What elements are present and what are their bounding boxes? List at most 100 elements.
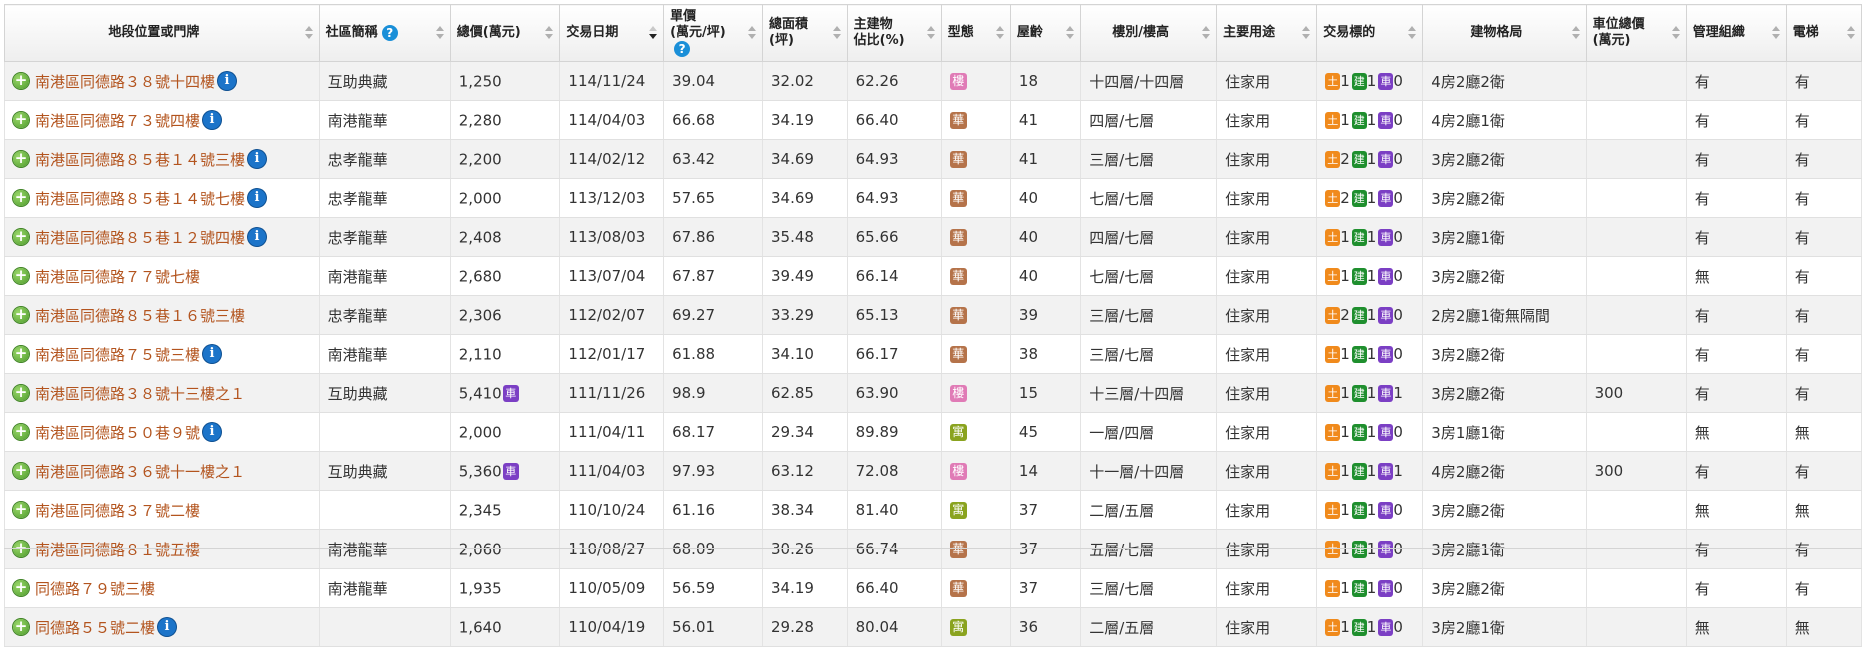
expand-plus-icon[interactable]: + bbox=[13, 73, 29, 89]
address-link[interactable]: 南港區同德路３７號二樓 bbox=[35, 502, 200, 520]
sort-icon[interactable] bbox=[545, 26, 554, 40]
column-header-12[interactable]: 建物格局 bbox=[1422, 4, 1587, 62]
column-header-1[interactable]: 社區簡稱? bbox=[318, 4, 451, 62]
elevator: 有 bbox=[1785, 295, 1863, 335]
expand-plus-icon[interactable]: + bbox=[13, 346, 29, 362]
info-icon[interactable]: i bbox=[203, 423, 222, 441]
address-link[interactable]: 南港區同德路７７號七樓 bbox=[35, 268, 200, 286]
table-row: + 南港區同德路８５巷１２號四樓 i 忠孝龍華 2,408 113/08/03 67.86 3… bbox=[4, 217, 1863, 257]
address-link[interactable]: 南港區同德路３６號十一樓之１ bbox=[35, 463, 245, 481]
column-header-3[interactable]: 交易日期 bbox=[559, 4, 665, 62]
info-icon[interactable]: i bbox=[248, 189, 267, 207]
address-link[interactable]: 南港區同德路８５巷１４號七樓 bbox=[35, 190, 245, 208]
address-link[interactable]: 南港區同德路７３號四樓 bbox=[35, 112, 200, 130]
expand-plus-icon[interactable]: + bbox=[13, 541, 29, 557]
info-icon[interactable]: i bbox=[203, 111, 222, 129]
column-header-0[interactable]: 地段位置或門牌 bbox=[4, 4, 320, 62]
info-icon[interactable]: i bbox=[248, 228, 267, 246]
column-header-11[interactable]: 交易標的 bbox=[1316, 4, 1424, 62]
target-count: 0 bbox=[1393, 618, 1403, 637]
transaction-date: 114/02/12 bbox=[559, 139, 665, 179]
parking-icon: 車 bbox=[1378, 111, 1394, 129]
column-header-6[interactable]: 主建物 佔比(%) bbox=[846, 4, 942, 62]
building-age: 18 bbox=[1009, 61, 1082, 101]
info-icon[interactable]: i bbox=[203, 345, 222, 363]
address-link[interactable]: 南港區同德路３８號十三樓之１ bbox=[35, 385, 245, 403]
parking-included-icon: 車 bbox=[502, 462, 519, 480]
help-icon[interactable]: ? bbox=[674, 40, 691, 57]
address-link[interactable]: 同德路５５號二樓 bbox=[35, 619, 155, 637]
main-building-ratio: 66.14 bbox=[846, 256, 942, 296]
room-layout: 3房2廳1衛 bbox=[1422, 607, 1587, 647]
parking-price bbox=[1585, 295, 1687, 335]
column-header-8[interactable]: 屋齡 bbox=[1009, 4, 1082, 62]
expand-plus-icon[interactable]: + bbox=[13, 619, 29, 635]
sort-desc-icon[interactable] bbox=[649, 26, 658, 40]
column-header-9[interactable]: 樓別/樓高 bbox=[1080, 4, 1218, 62]
address-link[interactable]: 同德路７９號三樓 bbox=[35, 580, 155, 598]
expand-plus-icon[interactable]: + bbox=[13, 190, 29, 206]
sort-icon[interactable] bbox=[304, 26, 313, 40]
elevator: 無 bbox=[1785, 412, 1863, 452]
room-layout: 3房2廳2衛 bbox=[1422, 139, 1587, 179]
management-org: 有 bbox=[1685, 217, 1787, 257]
address-link[interactable]: 南港區同德路７５號三樓 bbox=[35, 346, 200, 364]
address-link[interactable]: 南港區同德路８５巷１４號三樓 bbox=[35, 151, 245, 169]
column-header-5[interactable]: 總面積 (坪) bbox=[762, 4, 848, 62]
address-link[interactable]: 南港區同德路３８號十四樓 bbox=[35, 73, 215, 91]
expand-plus-icon[interactable]: + bbox=[13, 424, 29, 440]
info-icon[interactable]: i bbox=[218, 72, 237, 90]
parking-price: 300 bbox=[1585, 373, 1687, 413]
sort-icon[interactable] bbox=[1671, 26, 1680, 40]
expand-plus-icon[interactable]: + bbox=[13, 580, 29, 596]
column-header-13[interactable]: 車位總價 (萬元) bbox=[1585, 4, 1687, 62]
expand-plus-icon[interactable]: + bbox=[13, 502, 29, 518]
sort-icon[interactable] bbox=[995, 26, 1004, 40]
sort-icon[interactable] bbox=[1571, 26, 1580, 40]
sort-icon[interactable] bbox=[1202, 26, 1211, 40]
parking-icon: 車 bbox=[1378, 423, 1394, 441]
building-age: 14 bbox=[1009, 451, 1082, 491]
column-header-7[interactable]: 型態 bbox=[940, 4, 1011, 62]
elevator: 有 bbox=[1785, 139, 1863, 179]
address-link[interactable]: 南港區同德路８５巷１６號三樓 bbox=[35, 307, 245, 325]
sort-icon[interactable] bbox=[1771, 26, 1780, 40]
column-header-14[interactable]: 管理組織 bbox=[1685, 4, 1787, 62]
main-building-ratio: 64.93 bbox=[846, 178, 942, 218]
expand-plus-icon[interactable]: + bbox=[13, 463, 29, 479]
building-age: 45 bbox=[1009, 412, 1082, 452]
sort-icon[interactable] bbox=[748, 26, 757, 40]
target-count: 1 bbox=[1393, 384, 1403, 403]
address-link[interactable]: 南港區同德路５０巷９號 bbox=[35, 424, 200, 442]
floor-info: 二層/五層 bbox=[1080, 607, 1218, 647]
column-header-4[interactable]: 單價 (萬元/坪)? bbox=[663, 4, 764, 62]
building-icon: 建 bbox=[1351, 618, 1367, 636]
column-header-15[interactable]: 電梯 bbox=[1785, 4, 1863, 62]
column-header-10[interactable]: 主要用途 bbox=[1216, 4, 1318, 62]
expand-plus-icon[interactable]: + bbox=[13, 229, 29, 245]
sort-icon[interactable] bbox=[1302, 26, 1311, 40]
building-type-cell: 寓 bbox=[940, 412, 1011, 452]
land-icon: 土 bbox=[1325, 618, 1341, 636]
parking-price bbox=[1585, 139, 1687, 179]
expand-plus-icon[interactable]: + bbox=[13, 112, 29, 128]
help-icon[interactable]: ? bbox=[381, 24, 398, 41]
expand-plus-icon[interactable]: + bbox=[13, 307, 29, 323]
expand-plus-icon[interactable]: + bbox=[13, 385, 29, 401]
sort-icon[interactable] bbox=[435, 26, 444, 40]
sort-icon[interactable] bbox=[1408, 26, 1417, 40]
sort-icon[interactable] bbox=[926, 26, 935, 40]
table-row: + 南港區同德路７３號四樓 i 南港龍華 2,280 114/04/03 66.68 34.1… bbox=[4, 100, 1863, 140]
info-icon[interactable]: i bbox=[248, 150, 267, 168]
sort-icon[interactable] bbox=[1847, 26, 1855, 40]
address-link[interactable]: 南港區同德路８５巷１２號四樓 bbox=[35, 229, 245, 247]
info-icon[interactable]: i bbox=[158, 618, 177, 636]
expand-plus-icon[interactable]: + bbox=[13, 151, 29, 167]
sort-icon[interactable] bbox=[832, 26, 841, 40]
sort-icon[interactable] bbox=[1066, 26, 1075, 40]
total-price: 2,306 bbox=[458, 306, 502, 325]
address-link[interactable]: 南港區同德路８１號五樓 bbox=[35, 541, 200, 559]
column-header-2[interactable]: 總價(萬元) bbox=[449, 4, 561, 62]
main-use: 住家用 bbox=[1216, 295, 1318, 335]
expand-plus-icon[interactable]: + bbox=[13, 268, 29, 284]
